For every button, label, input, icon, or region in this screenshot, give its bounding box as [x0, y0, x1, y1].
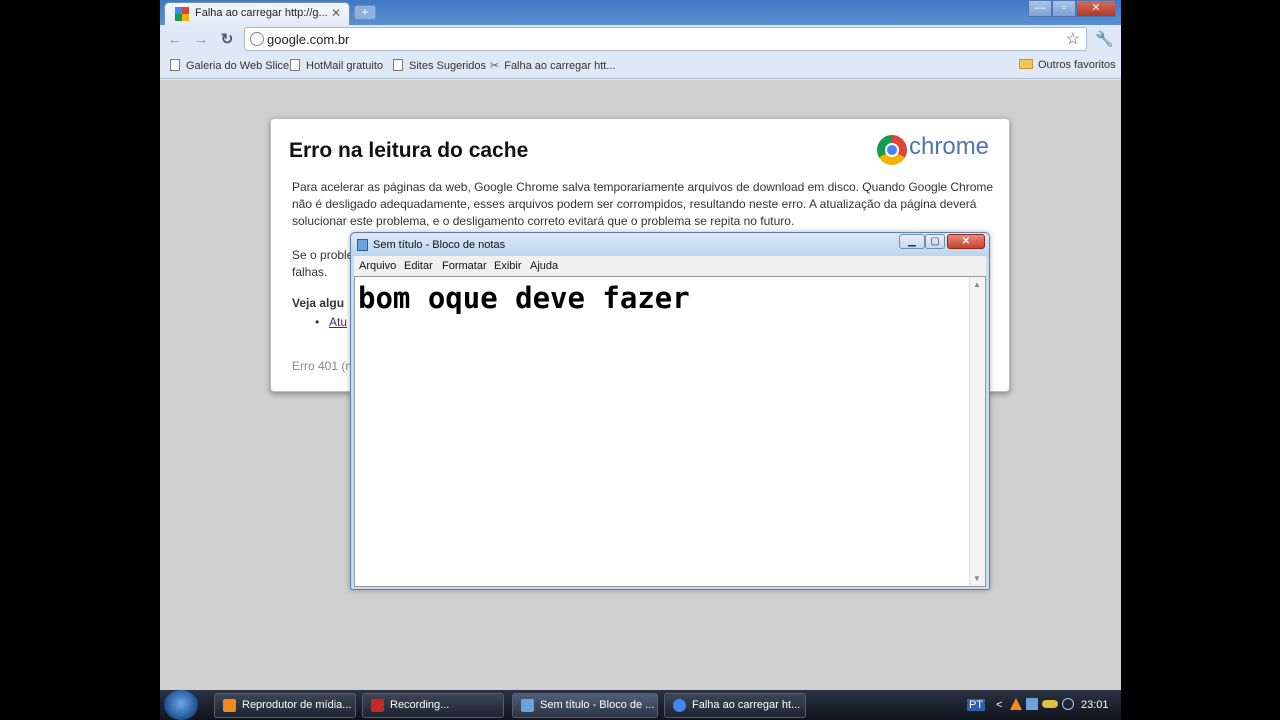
taskbar-item-label: Falha ao carregar ht... — [692, 699, 801, 711]
notepad-close-button[interactable]: ✕ — [947, 234, 985, 249]
browser-tab[interactable]: Falha ao carregar http://g... ✕ — [164, 2, 350, 25]
wrench-menu-icon[interactable]: 🔧 — [1095, 31, 1114, 49]
notepad-content: bom oque deve fazer — [358, 281, 690, 315]
taskbar-item-notepad[interactable]: Sem título - Bloco de ... — [512, 693, 658, 718]
tools-icon: ✂ — [490, 60, 500, 72]
media-player-icon — [223, 699, 236, 712]
notepad-minimize-button[interactable]: ▁ — [899, 234, 925, 249]
window-minimize-button[interactable]: — — [1028, 0, 1052, 17]
taskbar-item-label: Reprodutor de mídia... — [242, 699, 352, 711]
page-icon — [290, 59, 300, 71]
menu-formatar[interactable]: Formatar — [442, 260, 487, 272]
notepad-window: Sem título - Bloco de notas ▁ ▢ ✕ Arquiv… — [350, 232, 990, 590]
chrome-icon — [673, 699, 686, 712]
menu-editar[interactable]: Editar — [404, 260, 433, 272]
tab-close-icon[interactable]: ✕ — [331, 6, 341, 20]
tray-status-icon[interactable] — [1062, 698, 1074, 710]
address-text: google.com.br — [267, 32, 350, 47]
reload-icon[interactable]: ↻ — [218, 31, 236, 49]
start-button[interactable] — [164, 690, 198, 720]
error-paragraph-line2: falhas. — [292, 265, 328, 279]
bookmark-failed-page[interactable]: ✂ Falha ao carregar htt... — [490, 59, 616, 72]
other-bookmarks[interactable]: Outros favoritos — [1019, 59, 1116, 71]
new-tab-button[interactable]: + — [354, 5, 376, 20]
browser-toolbar: ← → ↻ google.com.br ☆ 🔧 — [160, 25, 1121, 55]
notepad-icon — [357, 239, 368, 251]
network-tray-icon[interactable] — [1026, 698, 1038, 710]
chrome-window-frame: Falha ao carregar http://g... ✕ + — ▫ ✕ … — [160, 0, 1121, 80]
bookmarks-bar: Galeria do Web Slice HotMail gratuito Si… — [160, 55, 1121, 79]
google-favicon-icon — [175, 7, 189, 21]
menu-arquivo[interactable]: Arquivo — [359, 260, 396, 272]
bookmark-label: Sites Sugeridos — [409, 60, 487, 72]
notepad-text-area[interactable]: bom oque deve fazer ▲ ▼ — [354, 276, 986, 587]
tab-title: Falha ao carregar http://g... — [195, 7, 328, 19]
notepad-title: Sem título - Bloco de notas — [373, 239, 506, 251]
bookmark-label: HotMail gratuito — [306, 60, 384, 72]
taskbar-item-media-player[interactable]: Reprodutor de mídia... — [214, 693, 356, 718]
scroll-up-icon[interactable]: ▲ — [973, 280, 981, 289]
chrome-brand-text: chrome — [909, 133, 990, 160]
error-paragraph-start: Se o proble — [292, 248, 354, 262]
bookmark-hotmail[interactable]: HotMail gratuito — [290, 59, 383, 72]
star-bookmark-icon[interactable]: ☆ — [1066, 29, 1080, 49]
notepad-maximize-button[interactable]: ▢ — [925, 234, 945, 249]
back-arrow-icon[interactable]: ← — [166, 31, 184, 49]
taskbar-item-label: Sem título - Bloco de ... — [540, 699, 655, 711]
vertical-scrollbar[interactable]: ▲ ▼ — [969, 277, 985, 586]
bullet: • — [315, 315, 320, 329]
other-bookmarks-label: Outros favoritos — [1038, 59, 1116, 71]
taskbar-item-recording[interactable]: Recording... — [362, 693, 504, 718]
clock[interactable]: 23:01 — [1081, 699, 1109, 711]
page-icon — [393, 59, 403, 71]
vlc-tray-icon[interactable] — [1010, 698, 1022, 710]
folder-icon — [1019, 59, 1033, 69]
notepad-titlebar[interactable]: Sem título - Bloco de notas ▁ ▢ ✕ — [351, 233, 989, 257]
taskbar-item-label: Recording... — [390, 699, 450, 711]
address-bar[interactable]: google.com.br ☆ — [244, 27, 1087, 51]
menu-ajuda[interactable]: Ajuda — [530, 260, 558, 272]
page-icon — [170, 59, 180, 71]
chrome-logo-icon — [877, 135, 907, 165]
window-close-button[interactable]: ✕ — [1076, 0, 1116, 17]
error-code: Erro 401 (n — [292, 359, 353, 373]
scroll-down-icon[interactable]: ▼ — [973, 574, 981, 583]
forward-arrow-icon[interactable]: → — [192, 31, 210, 49]
bookmark-web-slice[interactable]: Galeria do Web Slice — [170, 59, 289, 72]
page-globe-icon — [250, 32, 264, 46]
notepad-menubar: Arquivo Editar Formatar Exibir Ajuda — [354, 256, 986, 276]
tab-strip: Falha ao carregar http://g... ✕ + — ▫ ✕ — [160, 0, 1121, 25]
taskbar-item-chrome[interactable]: Falha ao carregar ht... — [664, 693, 806, 718]
bookmark-label: Falha ao carregar htt... — [504, 60, 616, 72]
notepad-icon — [521, 699, 534, 712]
error-title: Erro na leitura do cache — [289, 139, 529, 162]
window-maximize-button[interactable]: ▫ — [1052, 0, 1076, 17]
tray-app-icon[interactable] — [1042, 700, 1058, 708]
taskbar: Reprodutor de mídia... Recording... Sem … — [160, 690, 1121, 720]
error-description: Para acelerar as páginas da web, Google … — [292, 180, 994, 228]
tray-expand-icon[interactable]: < — [996, 699, 1002, 711]
bookmark-suggested-sites[interactable]: Sites Sugeridos — [393, 59, 486, 72]
reload-link[interactable]: Atu — [329, 315, 347, 329]
see-also-heading: Veja algu — [292, 296, 345, 310]
desktop-screen: Falha ao carregar http://g... ✕ + — ▫ ✕ … — [160, 0, 1121, 720]
menu-exibir[interactable]: Exibir — [494, 260, 522, 272]
system-tray: PT < 23:01 — [960, 690, 1121, 720]
language-indicator[interactable]: PT — [967, 699, 986, 711]
bookmark-label: Galeria do Web Slice — [186, 60, 290, 72]
recording-icon — [371, 699, 384, 712]
